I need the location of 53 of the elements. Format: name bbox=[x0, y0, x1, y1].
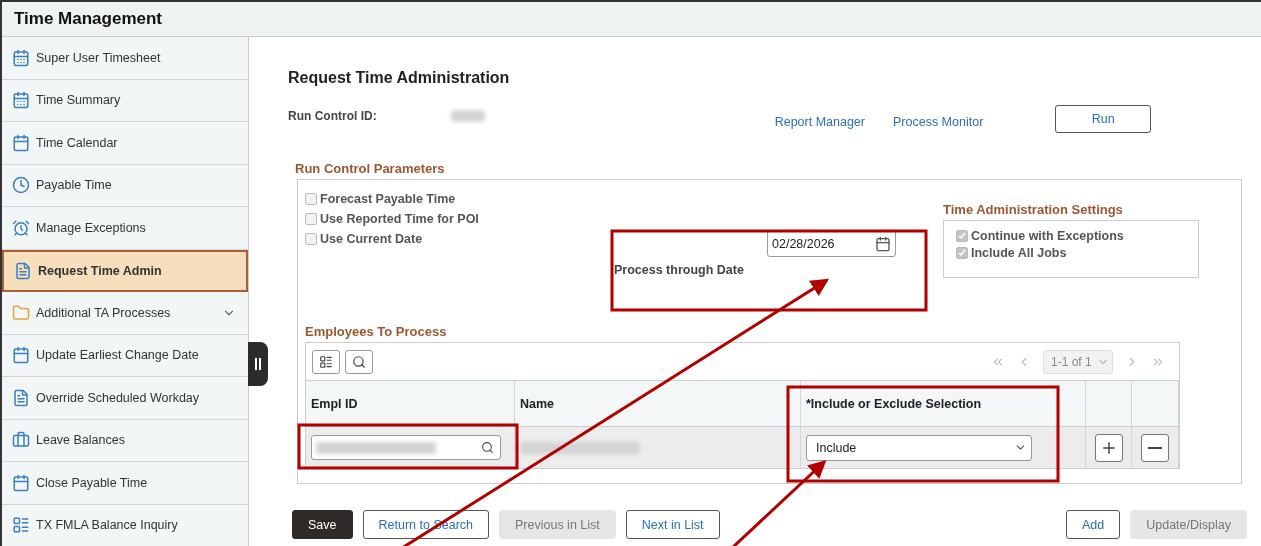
field-label: Run Control ID: bbox=[288, 109, 377, 123]
document-icon bbox=[12, 388, 30, 407]
checkbox-label: Continue with Exceptions bbox=[971, 229, 1124, 243]
sidebar-item[interactable]: Time Calendar bbox=[2, 122, 248, 165]
clock-icon bbox=[12, 176, 30, 195]
delete-row-button[interactable] bbox=[1141, 433, 1169, 462]
process-monitor-link[interactable]: Process Monitor bbox=[893, 115, 984, 129]
selection-dropdown[interactable]: Include bbox=[806, 434, 1032, 461]
sidebar-item[interactable]: Override Scheduled Workday bbox=[2, 377, 248, 420]
calendar-icon bbox=[12, 346, 30, 365]
action-button[interactable]: Add bbox=[1066, 510, 1121, 539]
calendar-icon bbox=[12, 473, 30, 492]
field-label: Process through Date bbox=[614, 263, 745, 277]
sidebar-item[interactable]: Close Payable Time bbox=[2, 462, 248, 505]
sidebar-item[interactable]: Additional TA Processes bbox=[2, 292, 248, 335]
section-title: Time Administration Settings bbox=[943, 202, 1124, 217]
checkbox-label: Include All Jobs bbox=[971, 246, 1067, 260]
calendar-icon[interactable] bbox=[875, 235, 891, 252]
briefcase-icon bbox=[12, 431, 30, 450]
sidebar-item[interactable]: Manage Exceptions bbox=[2, 207, 248, 250]
action-button[interactable]: Next in List bbox=[625, 510, 720, 539]
sidebar-item[interactable]: Payable Time bbox=[2, 164, 248, 207]
sidebar-item[interactable]: Leave Balances bbox=[2, 419, 248, 462]
section-title: Run Control Parameters bbox=[295, 161, 446, 176]
calendar-icon bbox=[12, 133, 30, 152]
alarm-clock-icon bbox=[12, 218, 30, 237]
header-title: Time Management bbox=[14, 9, 162, 29]
checkbox-label: Use Reported Time for POI bbox=[320, 212, 479, 226]
sidebar-item[interactable]: Super User Timesheet bbox=[2, 37, 248, 80]
sidebar-item[interactable]: Request Time Admin bbox=[2, 249, 248, 292]
collapse-handle[interactable] bbox=[248, 342, 268, 386]
add-row-button[interactable] bbox=[1095, 433, 1123, 462]
redacted-value bbox=[450, 110, 485, 122]
section-title: Employees To Process bbox=[305, 324, 448, 339]
sidebar-item[interactable]: Update Earliest Change Date bbox=[2, 334, 248, 377]
column-header: Empl ID bbox=[306, 381, 515, 426]
search-button[interactable] bbox=[345, 349, 373, 374]
folder-icon bbox=[12, 303, 30, 322]
checkbox-label: Forecast Payable Time bbox=[320, 192, 456, 206]
page-title: Request Time Administration bbox=[288, 69, 511, 87]
sidebar-item[interactable]: TX FMLA Balance Inquiry bbox=[2, 504, 248, 546]
run-button[interactable]: Run bbox=[1055, 105, 1152, 133]
grid-icon bbox=[319, 354, 333, 369]
search-icon bbox=[352, 354, 366, 369]
sidebar-item[interactable]: Time Summary bbox=[2, 79, 248, 122]
report-manager-link[interactable]: Report Manager bbox=[774, 115, 865, 129]
minus-icon bbox=[1148, 446, 1162, 449]
checkbox-label: Use Current Date bbox=[320, 232, 423, 246]
grid-view-button[interactable] bbox=[312, 349, 340, 374]
search-icon[interactable] bbox=[481, 441, 494, 454]
empl-id-field[interactable] bbox=[311, 435, 501, 460]
action-button[interactable]: Save bbox=[292, 510, 353, 539]
date-field[interactable]: 02/28/2026 bbox=[767, 230, 896, 257]
